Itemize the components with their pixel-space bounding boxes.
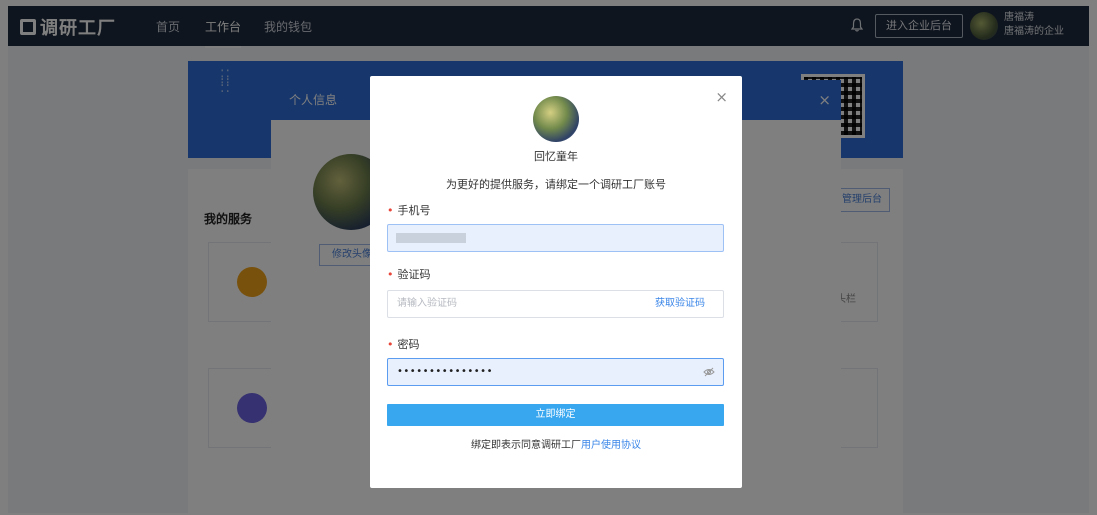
avatar xyxy=(533,96,579,142)
code-placeholder: 请输入验证码 xyxy=(397,298,457,309)
password-label: • 密码 xyxy=(387,338,420,351)
password-input[interactable]: ••••••••••••••• xyxy=(387,358,724,386)
phone-value-mask xyxy=(396,233,466,243)
bind-now-button[interactable]: 立即绑定 xyxy=(387,404,724,426)
bind-account-modal: × 回忆童年 为更好的提供服务，请绑定一个调研工厂账号 • 手机号 • 验证码 请输… xyxy=(370,76,742,488)
close-icon[interactable]: × xyxy=(715,88,728,106)
phone-input[interactable] xyxy=(387,224,724,252)
get-code-button[interactable]: 获取验证码 xyxy=(655,291,705,317)
user-agreement-link[interactable]: 用户使用协议 xyxy=(581,440,641,451)
password-value: ••••••••••••••• xyxy=(397,366,493,377)
agreement-text: 绑定即表示同意调研工厂用户使用协议 xyxy=(471,440,641,451)
phone-label: • 手机号 xyxy=(387,204,431,217)
nickname: 回忆童年 xyxy=(534,150,578,163)
required-mark: • xyxy=(387,204,394,217)
required-mark: • xyxy=(387,268,394,281)
required-mark: • xyxy=(387,338,394,351)
eye-off-icon[interactable] xyxy=(703,367,715,377)
code-label: • 验证码 xyxy=(387,268,431,281)
bind-tip-text: 为更好的提供服务，请绑定一个调研工厂账号 xyxy=(446,178,666,191)
verification-code-input[interactable]: 请输入验证码 获取验证码 xyxy=(387,290,724,318)
